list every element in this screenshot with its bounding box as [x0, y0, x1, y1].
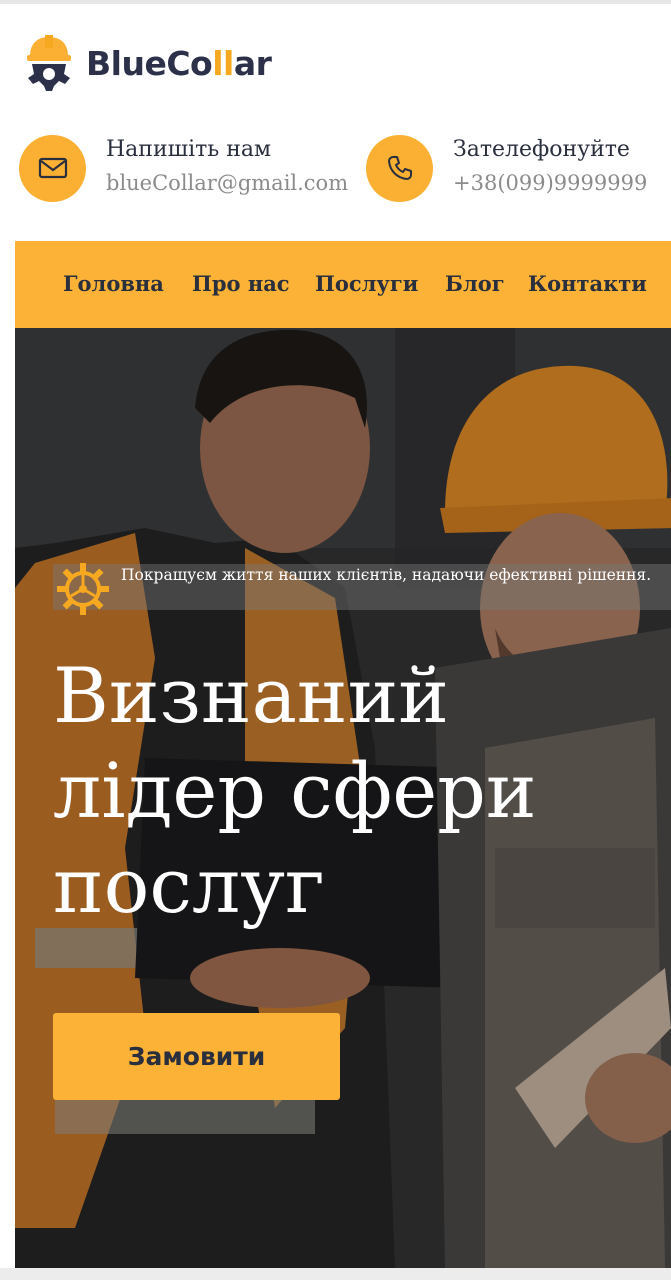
- hardhat-gear-icon: [27, 35, 71, 91]
- phone-title: Зателефонуйте: [453, 137, 630, 162]
- bottom-border: [0, 1268, 671, 1280]
- hero-tagline: Покращуєм життя наших клієнтів, надаючи …: [53, 563, 671, 615]
- hero-section: Покращуєм життя наших клієнтів, надаючи …: [15, 328, 671, 1268]
- nav-item-contacts[interactable]: Контакти: [528, 271, 647, 296]
- logo[interactable]: BlueCollar: [24, 34, 272, 92]
- order-button[interactable]: Замовити: [53, 1013, 340, 1100]
- hero-title: Визнаний лідер сфери послуг: [53, 648, 653, 933]
- hero-title-line-2: лідер сфери: [53, 746, 537, 835]
- phone-icon-circle: [366, 134, 433, 202]
- hero-title-line-1: Визнаний: [53, 651, 449, 740]
- envelope-icon: [38, 157, 67, 179]
- hero-title-line-3: послуг: [53, 841, 325, 930]
- phone-contact[interactable]: Зателефонуйте +38(099)9999999: [366, 133, 647, 203]
- nav-item-services[interactable]: Послуги: [315, 271, 418, 296]
- nav-item-blog[interactable]: Блог: [445, 271, 505, 296]
- email-address[interactable]: blueCollar@gmail.com: [106, 165, 348, 201]
- brand-name: BlueCollar: [86, 43, 272, 83]
- main-nav: Головна Про нас Послуги Блог Контакти: [15, 241, 671, 328]
- phone-icon: [387, 156, 412, 180]
- nav-item-home[interactable]: Головна: [63, 271, 164, 296]
- email-contact[interactable]: Напишіть нам blueCollar@gmail.com: [19, 133, 348, 203]
- nav-item-about[interactable]: Про нас: [192, 271, 290, 296]
- gear-icon: [57, 563, 109, 615]
- email-title: Напишіть нам: [106, 137, 272, 162]
- email-icon-circle: [19, 134, 86, 202]
- top-border: [0, 0, 671, 4]
- tagline-text: Покращуєм життя наших клієнтів, надаючи …: [121, 566, 652, 584]
- phone-number[interactable]: +38(099)9999999: [453, 165, 647, 201]
